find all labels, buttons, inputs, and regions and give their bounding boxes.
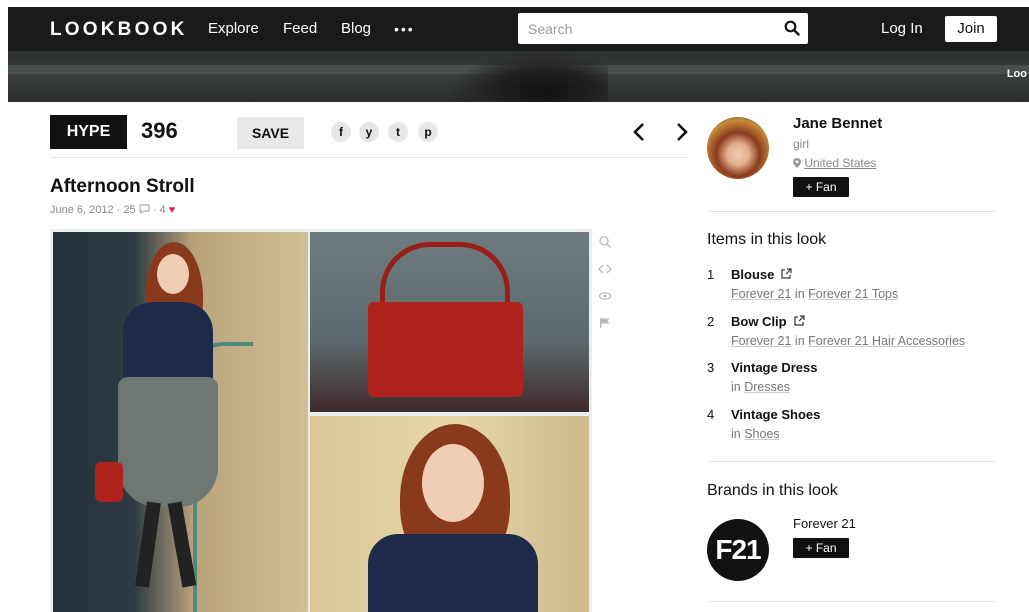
- item-source: Forever 21 in Forever 21 Tops: [731, 287, 898, 301]
- item-source-prefix: in: [731, 426, 745, 441]
- heart-count[interactable]: 4: [160, 204, 166, 216]
- join-button[interactable]: Join: [945, 16, 997, 42]
- item-category-link[interactable]: Shoes: [744, 427, 779, 441]
- lookbook-logo[interactable]: LOOKBOOK: [50, 19, 188, 41]
- figure-skirt: [118, 377, 218, 507]
- item-source: Forever 21 in Forever 21 Hair Accessorie…: [731, 334, 965, 348]
- look-photo-portrait[interactable]: [310, 416, 589, 612]
- item-number: 3: [707, 360, 715, 375]
- hype-button[interactable]: HYPE: [50, 115, 127, 149]
- brand-name[interactable]: Forever 21: [793, 516, 856, 531]
- look-photo-collage[interactable]: [50, 229, 592, 612]
- tumblr-share-icon[interactable]: t: [388, 122, 408, 142]
- look-date: June 6, 2012: [50, 204, 114, 216]
- twitter-share-icon[interactable]: y: [359, 122, 379, 142]
- nav-explore[interactable]: Explore: [208, 20, 259, 37]
- divider: [707, 211, 997, 212]
- fan-user-button[interactable]: + Fan: [793, 177, 849, 197]
- list-item: 4 Vintage Shoes in Shoes: [707, 406, 997, 453]
- item-category-link[interactable]: Forever 21 Hair Accessories: [808, 334, 965, 348]
- user-subtitle: girl: [793, 137, 810, 151]
- item-number: 1: [707, 267, 715, 282]
- item-name-text[interactable]: Bow Clip: [731, 314, 787, 329]
- photo-tools: [598, 235, 612, 343]
- location-pin-icon: [793, 158, 801, 168]
- top-nav: LOOKBOOK Explore Feed Blog ••• Log In Jo…: [8, 7, 1029, 51]
- figure-leg: [135, 501, 161, 588]
- look-photo-handbag[interactable]: [310, 232, 589, 412]
- search-icon[interactable]: [784, 20, 800, 36]
- figure-leg: [167, 501, 197, 588]
- look-meta: June 6, 2012 · 25 · 4 ♥: [50, 204, 175, 216]
- external-link-icon[interactable]: [793, 314, 805, 327]
- list-item: 3 Vintage Dress in Dresses: [707, 359, 997, 406]
- item-source-prefix: in: [731, 380, 745, 394]
- items-section-title: Items in this look: [707, 231, 827, 248]
- item-name[interactable]: Vintage Dress: [731, 360, 817, 375]
- search-box: [518, 13, 808, 44]
- divider: [707, 461, 997, 462]
- item-brand-link[interactable]: Forever 21: [731, 334, 791, 348]
- item-number: 4: [707, 406, 715, 422]
- login-link[interactable]: Log In: [881, 20, 923, 37]
- figure-handbag: [95, 462, 123, 502]
- report-flag-icon[interactable]: [598, 316, 612, 330]
- item-name-text[interactable]: Vintage Dress: [731, 360, 817, 375]
- comment-icon[interactable]: [139, 204, 150, 214]
- user-avatar[interactable]: [707, 117, 769, 179]
- user-location-link[interactable]: United States: [804, 156, 876, 170]
- user-name[interactable]: Jane Bennet: [793, 115, 882, 132]
- item-source: in Dresses: [731, 380, 790, 394]
- save-button[interactable]: SAVE: [237, 117, 304, 149]
- list-item: 1 Blouse Forever 21 in Forever 21 Tops: [707, 266, 997, 313]
- figure-blouse: [368, 534, 538, 612]
- look-photo-full-body[interactable]: [53, 232, 308, 612]
- banner-shape: [448, 51, 608, 102]
- item-category-link[interactable]: Dresses: [744, 380, 790, 394]
- figure-face: [422, 444, 484, 522]
- search-input[interactable]: [518, 13, 758, 44]
- divider: [707, 601, 997, 602]
- item-name[interactable]: Blouse: [731, 267, 792, 282]
- previous-look-arrow-icon[interactable]: [632, 121, 646, 149]
- zoom-icon[interactable]: [598, 235, 612, 249]
- items-list: 1 Blouse Forever 21 in Forever 21 Tops 2…: [707, 266, 997, 452]
- next-look-arrow-icon[interactable]: [675, 121, 689, 149]
- item-source: in Shoes: [731, 427, 780, 441]
- header-banner-image: Loo: [8, 51, 1029, 102]
- fan-brand-button[interactable]: + Fan: [793, 538, 849, 558]
- item-name[interactable]: Vintage Shoes: [731, 407, 820, 422]
- nav-blog[interactable]: Blog: [341, 20, 371, 37]
- item-brand-link[interactable]: Forever 21: [731, 287, 791, 301]
- nav-feed[interactable]: Feed: [283, 20, 317, 37]
- item-name-text[interactable]: Vintage Shoes: [731, 407, 820, 422]
- item-name-text[interactable]: Blouse: [731, 267, 774, 282]
- brand-logo[interactable]: F21: [707, 519, 769, 581]
- user-location: United States: [793, 156, 876, 170]
- handbag: [368, 302, 523, 397]
- divider: [50, 157, 688, 158]
- pinterest-share-icon[interactable]: p: [418, 122, 438, 142]
- embed-code-icon[interactable]: [598, 262, 612, 276]
- banner-text: Loo: [1006, 68, 1027, 80]
- item-category-link[interactable]: Forever 21 Tops: [808, 287, 898, 301]
- item-number: 2: [707, 313, 715, 329]
- meta-separator: ·: [152, 204, 160, 216]
- item-name[interactable]: Bow Clip: [731, 314, 805, 329]
- figure-blouse: [123, 302, 213, 382]
- item-source-mid: in: [791, 333, 809, 348]
- look-title: Afternoon Stroll: [50, 176, 195, 197]
- more-menu-icon[interactable]: •••: [394, 21, 415, 37]
- comment-count[interactable]: 25: [123, 204, 135, 216]
- item-source-mid: in: [791, 287, 809, 301]
- facebook-share-icon[interactable]: f: [331, 122, 351, 142]
- external-link-icon[interactable]: [780, 268, 792, 280]
- list-item: 2 Bow Clip Forever 21 in Forever 21 Hair…: [707, 313, 997, 360]
- hide-eye-icon[interactable]: [598, 289, 612, 303]
- brands-section-title: Brands in this look: [707, 482, 838, 499]
- hype-count: 396: [141, 118, 178, 143]
- heart-icon[interactable]: ♥: [169, 204, 176, 216]
- figure-face: [157, 254, 189, 294]
